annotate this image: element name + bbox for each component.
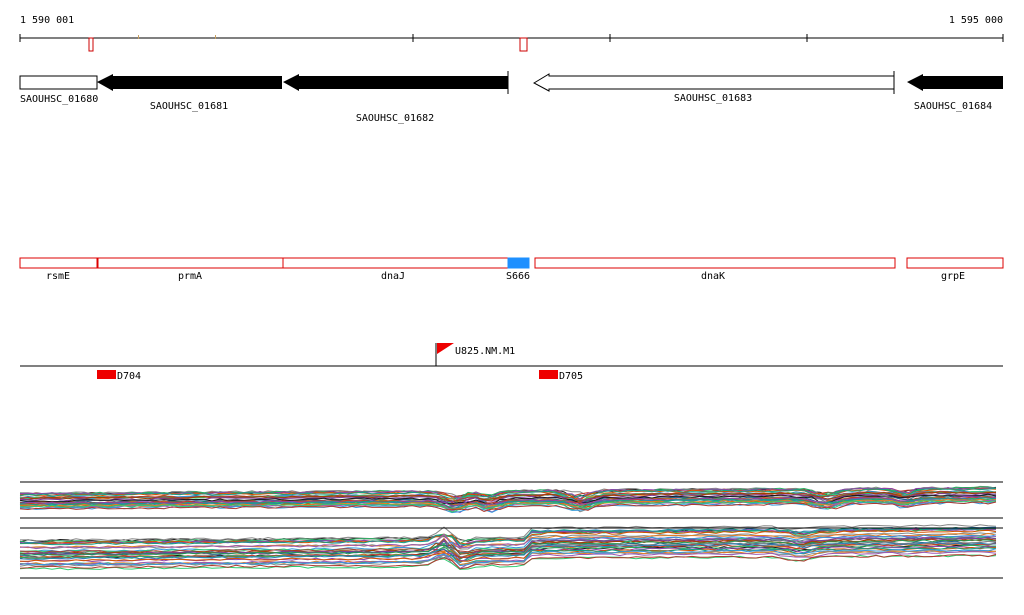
feature-dnaj[interactable]: [282, 257, 509, 269]
gene-label-saouhsc-01684: SAOUHSC_01684: [914, 101, 992, 112]
flag-marker-label: U825.NM.M1: [455, 346, 515, 357]
marker-block-d705[interactable]: [539, 370, 558, 379]
feature-dnak[interactable]: [534, 257, 896, 269]
flag-marker-icon[interactable]: [437, 343, 454, 354]
gene-saouhsc-01680[interactable]: [19, 75, 98, 90]
ruler-mark: [88, 37, 94, 52]
feature-label-prma: prmA: [178, 271, 202, 282]
feature-label-s666: S666: [506, 271, 530, 282]
signal-track-upper: [19, 481, 1003, 519]
marker-label-d704: D704: [117, 371, 141, 382]
ruler-mark: [138, 35, 139, 39]
gene-label-saouhsc-01680: SAOUHSC_01680: [20, 94, 98, 105]
coordinate-ruler: 1 590 001 1 595 000: [19, 15, 1004, 52]
marker-label-d705: D705: [559, 371, 583, 382]
marker-track: U825.NM.M1 D704 D705: [20, 343, 1003, 382]
feature-label-dnaj: dnaJ: [381, 271, 405, 282]
feature-track: rsmE prmA dnaJ S666 dnaK grpE: [19, 257, 1004, 282]
gene-label-saouhsc-01682: SAOUHSC_01682: [356, 113, 434, 124]
ruler-end-label: 1 595 000: [949, 15, 1003, 26]
ruler-mark: [215, 35, 216, 39]
feature-label-grpe: grpE: [941, 271, 965, 282]
genome-browser-view: 1 590 001 1 595 000 SAOUHSC_01680 SAOUHS…: [19, 15, 1004, 579]
feature-rsme[interactable]: [19, 257, 98, 269]
feature-prma[interactable]: [97, 257, 284, 269]
ruler-start-label: 1 590 001: [20, 15, 74, 26]
gene-label-saouhsc-01681: SAOUHSC_01681: [150, 101, 228, 112]
feature-label-rsme: rsmE: [46, 271, 70, 282]
signal-track-lower: [19, 524, 1003, 579]
marker-block-d704[interactable]: [97, 370, 116, 379]
ruler-mark: [519, 37, 528, 52]
gene-label-saouhsc-01683: SAOUHSC_01683: [674, 93, 752, 104]
feature-s666[interactable]: [507, 257, 530, 269]
feature-label-dnak: dnaK: [701, 271, 725, 282]
feature-grpe[interactable]: [906, 257, 1004, 269]
gene-saouhsc-01684[interactable]: [907, 74, 1003, 91]
gene-saouhsc-01682[interactable]: [283, 74, 508, 91]
gene-saouhsc-01683[interactable]: [532, 73, 895, 92]
gene-track: SAOUHSC_01680 SAOUHSC_01681 SAOUHSC_0168…: [19, 71, 1003, 124]
gene-saouhsc-01681[interactable]: [97, 74, 282, 91]
